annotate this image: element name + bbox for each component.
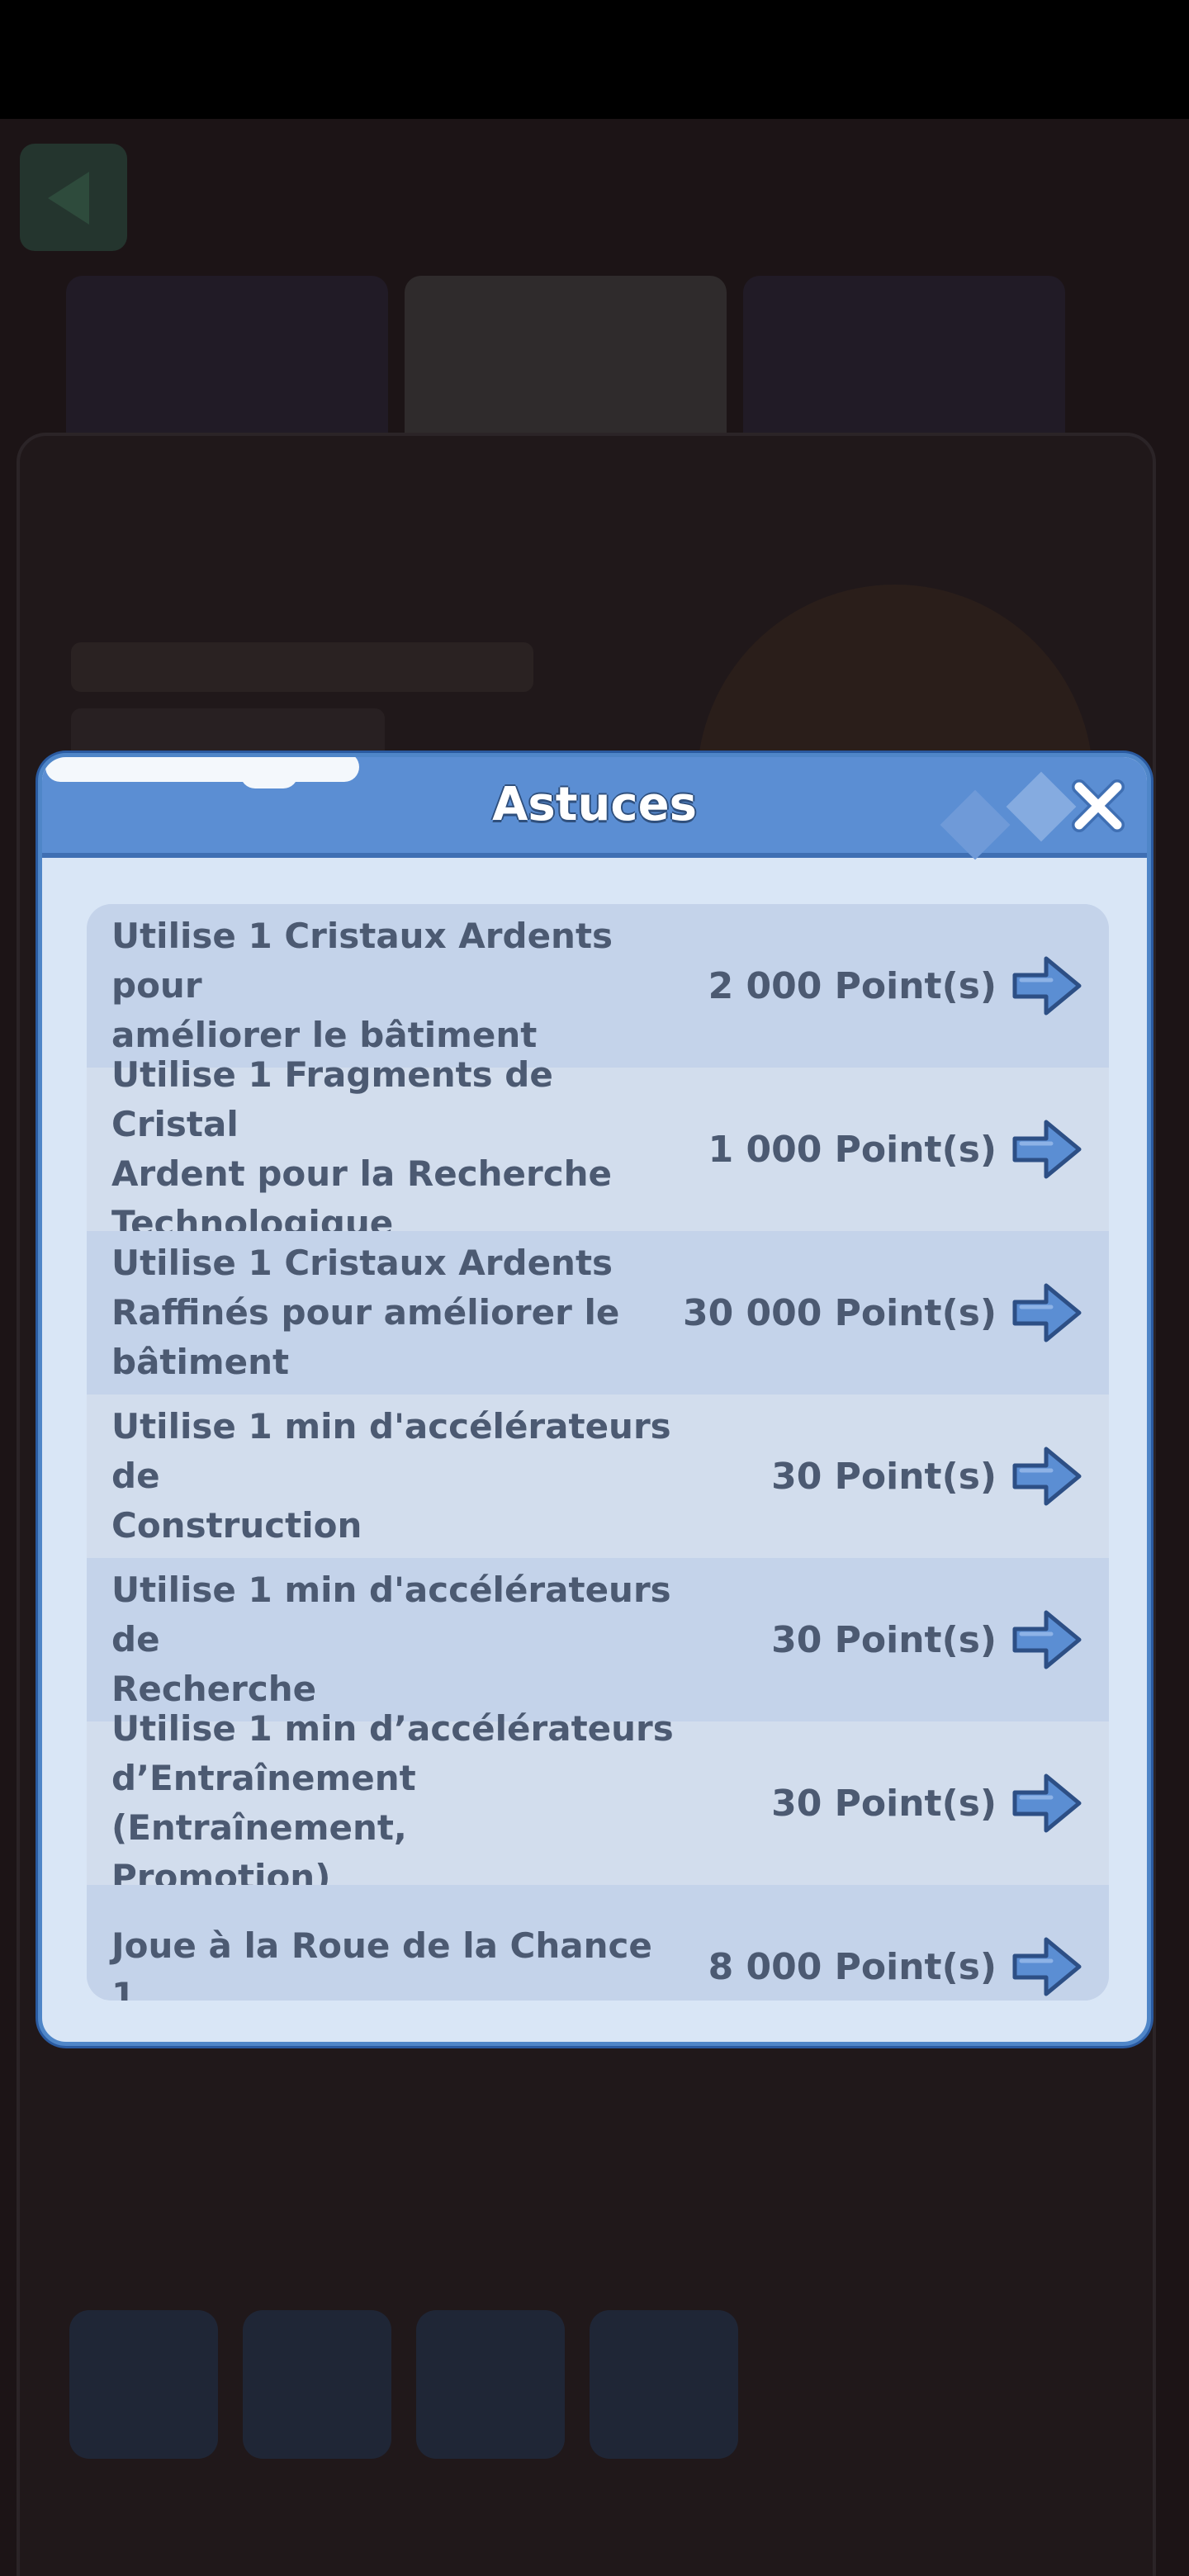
snow-decoration bbox=[45, 757, 359, 782]
go-button[interactable] bbox=[1010, 954, 1084, 1018]
tip-points: 30 Point(s) bbox=[771, 1618, 997, 1661]
go-button[interactable] bbox=[1010, 1771, 1084, 1835]
snow-decoration bbox=[240, 774, 298, 788]
background-reward-slot bbox=[243, 2310, 391, 2459]
tip-row: Joue à la Roue de la Chance 1 Fois 8 000… bbox=[87, 1885, 1109, 2001]
go-button[interactable] bbox=[1010, 1117, 1084, 1181]
tip-row: Utilise 1 min d’accélérateurs d’Entraîne… bbox=[87, 1708, 1109, 1897]
background-reward-slot bbox=[590, 2310, 738, 2459]
screen: Astuces Utilise 1 Cristaux Ardents pour … bbox=[0, 0, 1189, 2576]
background-reward-slot bbox=[69, 2310, 218, 2459]
tip-row: Utilise 1 min d'accélérateurs de Recherc… bbox=[87, 1558, 1109, 1721]
tip-points: 1 000 Point(s) bbox=[708, 1128, 997, 1171]
close-button[interactable] bbox=[1064, 772, 1132, 840]
go-button[interactable] bbox=[1010, 1934, 1084, 1999]
tip-points: 30 Point(s) bbox=[771, 1455, 997, 1498]
arrow-right-icon bbox=[1012, 956, 1082, 1016]
tip-points: 2 000 Point(s) bbox=[708, 964, 997, 1007]
tip-points: 8 000 Point(s) bbox=[708, 1945, 997, 1988]
close-icon bbox=[1072, 779, 1125, 832]
tip-description: Joue à la Roue de la Chance 1 Fois bbox=[111, 1925, 652, 2001]
tip-description: Utilise 1 Cristaux Ardents pour améliore… bbox=[111, 916, 613, 1055]
tip-description: Utilise 1 min d'accélérateurs de Constru… bbox=[111, 1406, 671, 1546]
background-subtitle bbox=[71, 642, 533, 692]
arrow-right-icon bbox=[1012, 1120, 1082, 1179]
tip-description: Utilise 1 min d'accélérateurs de Recherc… bbox=[111, 1570, 671, 1709]
back-button bbox=[20, 144, 127, 251]
arrow-right-icon bbox=[1012, 1447, 1082, 1506]
tip-points: 30 000 Point(s) bbox=[682, 1291, 997, 1334]
arrow-right-icon bbox=[1012, 1283, 1082, 1342]
go-button[interactable] bbox=[1010, 1608, 1084, 1672]
tip-points: 30 Point(s) bbox=[771, 1782, 997, 1825]
arrow-right-icon bbox=[1012, 1773, 1082, 1833]
arrow-right-icon bbox=[1012, 1610, 1082, 1669]
tips-dialog: Astuces Utilise 1 Cristaux Ardents pour … bbox=[38, 753, 1151, 2046]
tip-row: Utilise 1 Cristaux Ardents Raffinés pour… bbox=[87, 1231, 1109, 1395]
tip-row: Utilise 1 min d'accélérateurs de Constru… bbox=[87, 1395, 1109, 1558]
go-button[interactable] bbox=[1010, 1444, 1084, 1508]
tip-description: Utilise 1 Fragments de Cristal Ardent po… bbox=[111, 1054, 612, 1243]
background-reward-slot bbox=[416, 2310, 565, 2459]
arrow-right-icon bbox=[1012, 1937, 1082, 1996]
tip-description: Utilise 1 Cristaux Ardents Raffinés pour… bbox=[111, 1243, 620, 1382]
tip-description: Utilise 1 min d’accélérateurs d’Entraîne… bbox=[111, 1708, 674, 1897]
tip-row: Utilise 1 Fragments de Cristal Ardent po… bbox=[87, 1054, 1109, 1243]
tip-row: Utilise 1 Cristaux Ardents pour améliore… bbox=[87, 904, 1109, 1068]
tips-list[interactable]: Utilise 1 Cristaux Ardents pour améliore… bbox=[87, 904, 1109, 2001]
go-button[interactable] bbox=[1010, 1281, 1084, 1345]
